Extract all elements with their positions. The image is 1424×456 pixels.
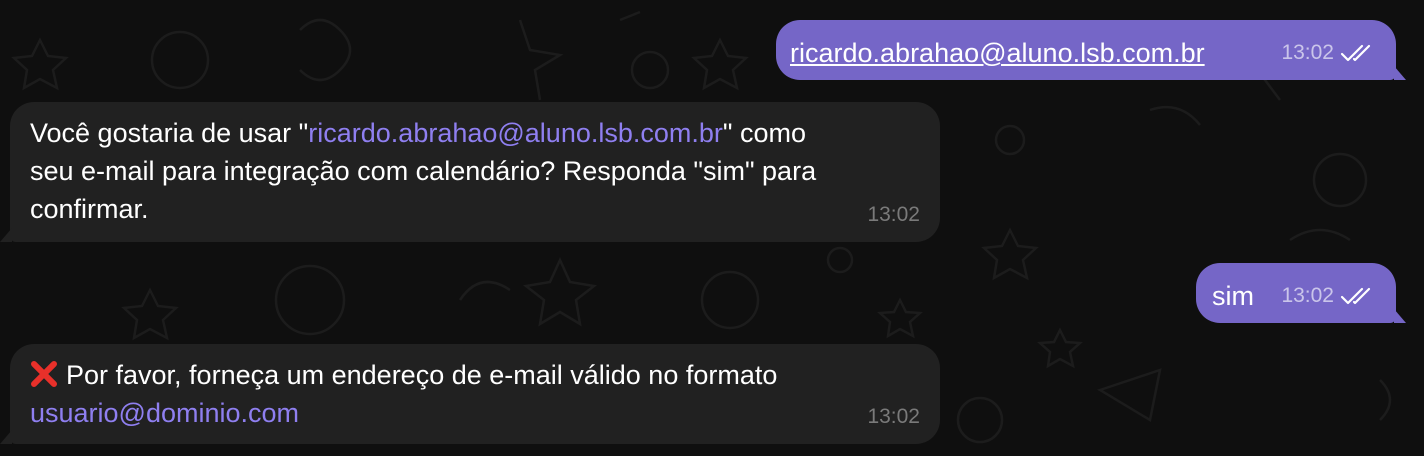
email-link[interactable]: ricardo.abrahao@aluno.lsb.com.br	[790, 38, 1205, 68]
bubble-tail	[0, 228, 12, 242]
bubble-tail	[0, 430, 12, 444]
message-line-2: usuario@dominio.com	[30, 394, 940, 432]
message-meta: 13:02	[867, 196, 920, 234]
message-meta: 13:02	[1281, 34, 1376, 72]
email-link[interactable]: ricardo.abrahao@aluno.lsb.com.br	[308, 118, 723, 148]
message-line-3: confirmar.	[30, 194, 149, 224]
message-line-1: Por favor, forneça um endereço de e-mail…	[30, 356, 940, 394]
message-text: sim	[1212, 281, 1254, 311]
message-meta: 13:02	[1281, 277, 1376, 315]
message-line-2: seu e-mail para integração com calendári…	[30, 156, 817, 186]
bubble-tail	[1394, 66, 1406, 80]
message-line-1: Você gostaria de usar "ricardo.abrahao@a…	[30, 114, 940, 152]
chat-window: ricardo.abrahao@aluno.lsb.com.br 13:02 V…	[0, 0, 1424, 456]
message-meta: 13:02	[867, 398, 920, 436]
message-time: 13:02	[1281, 41, 1334, 64]
message-time: 13:02	[867, 405, 920, 428]
double-check-icon	[1340, 43, 1376, 63]
red-cross-icon	[30, 360, 58, 388]
message-text: Por favor, forneça um endereço de e-mail…	[66, 360, 778, 390]
email-link[interactable]: usuario@dominio.com	[30, 398, 299, 428]
message-text: Você gostaria de usar "	[30, 118, 309, 148]
message-text: " como	[722, 118, 806, 148]
double-check-icon	[1340, 286, 1376, 306]
outgoing-message-sim[interactable]: sim 13:02	[1196, 263, 1406, 323]
bubble-tail	[1394, 309, 1406, 323]
outgoing-message-email[interactable]: ricardo.abrahao@aluno.lsb.com.br 13:02	[776, 20, 1406, 80]
incoming-message-error: Por favor, forneça um endereço de e-mail…	[0, 344, 940, 444]
message-time: 13:02	[867, 203, 920, 226]
message-time: 13:02	[1281, 284, 1334, 307]
incoming-message-confirmation: Você gostaria de usar "ricardo.abrahao@a…	[0, 102, 940, 242]
